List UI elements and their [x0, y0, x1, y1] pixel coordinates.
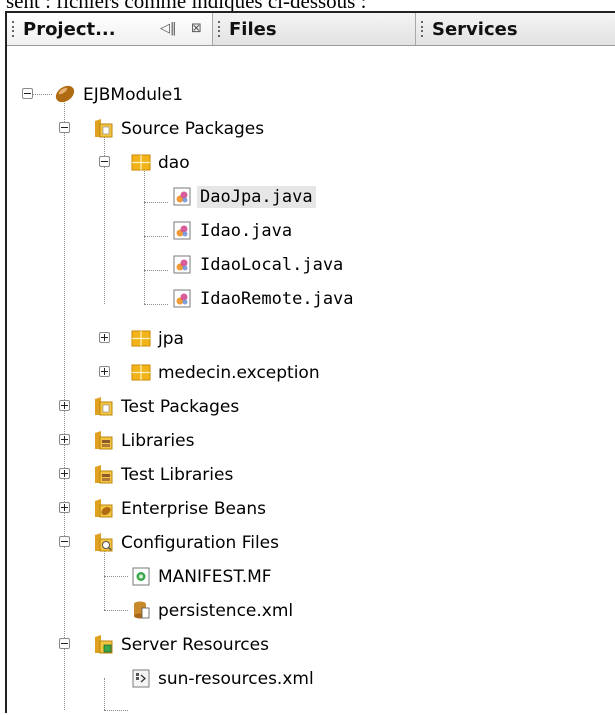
tree-label: jpa — [158, 329, 184, 349]
collapse-icon[interactable] — [99, 156, 110, 167]
tree-label: IdaoLocal.java — [200, 255, 344, 275]
close-icon[interactable]: ⊠ — [191, 21, 202, 36]
manifest-file-icon — [132, 567, 150, 586]
tree-row-daojpa[interactable]: DaoJpa.java — [7, 180, 615, 214]
persistence-file-icon — [134, 601, 150, 619]
expand-icon[interactable] — [59, 468, 70, 479]
collapse-icon[interactable] — [59, 536, 70, 547]
collapse-icon[interactable] — [59, 638, 70, 649]
tab-grip-icon — [218, 21, 222, 37]
expand-icon[interactable] — [59, 502, 70, 513]
tab-services[interactable]: Services — [416, 13, 615, 45]
tree-label: dao — [158, 153, 190, 173]
tab-projects[interactable]: Project... ◁‖ ⊠ — [7, 13, 213, 45]
collapse-icon[interactable] — [59, 122, 70, 133]
tree-label: sun-resources.xml — [158, 669, 314, 689]
project-tree: EJBModule1 Source Packages dao DaoJpa.ja… — [7, 46, 615, 715]
tree-row-enterprise-beans[interactable]: Enterprise Beans — [7, 492, 615, 526]
tree-row-persistence[interactable]: persistence.xml — [7, 594, 615, 628]
server-resources-icon — [95, 635, 113, 654]
tree-row-ejbmodule[interactable]: EJBModule1 — [7, 78, 615, 112]
tab-files[interactable]: Files — [213, 13, 416, 45]
package-icon — [131, 154, 151, 171]
tree-label: Idao.java — [200, 221, 293, 241]
tree-label: Source Packages — [121, 119, 265, 139]
java-file-icon — [173, 221, 191, 240]
java-file-icon — [173, 187, 191, 206]
libraries-icon — [95, 465, 113, 484]
package-icon — [131, 330, 151, 347]
tree-row-sun-resources[interactable]: sun-resources.xml — [7, 662, 615, 696]
tree-row-source-packages[interactable]: Source Packages — [7, 112, 615, 146]
tree-label: Configuration Files — [121, 533, 279, 553]
tree-row-idaoremote[interactable]: IdaoRemote.java — [7, 282, 615, 316]
tree-row-configuration-files[interactable]: Configuration Files — [7, 526, 615, 560]
tree-label: Server Resources — [121, 635, 269, 655]
tree-line — [104, 710, 128, 711]
tree-row-idao[interactable]: Idao.java — [7, 214, 615, 248]
tree-row-manifest[interactable]: MANIFEST.MF — [7, 560, 615, 594]
java-file-icon — [173, 289, 191, 308]
test-folder-icon — [95, 397, 113, 416]
tree-row-dao[interactable]: dao — [7, 146, 615, 180]
tree-label: medecin.exception — [158, 363, 320, 383]
tree-label: Test Packages — [121, 397, 240, 417]
tree-label-selected: DaoJpa.java — [197, 186, 316, 208]
config-folder-icon — [95, 533, 113, 552]
tab-projects-label: Project... — [23, 18, 116, 40]
java-file-icon — [173, 255, 191, 274]
tree-row-jpa[interactable]: jpa — [7, 322, 615, 356]
source-folder-icon — [95, 119, 113, 138]
tree-label: IdaoRemote.java — [200, 289, 354, 309]
tab-services-label: Services — [432, 18, 518, 40]
tree-row-test-packages[interactable]: Test Packages — [7, 390, 615, 424]
tab-grip-icon — [12, 21, 16, 37]
projects-panel: Project... ◁‖ ⊠ Files Services EJBModule… — [5, 11, 615, 713]
tab-grip-icon — [421, 21, 425, 37]
expand-icon[interactable] — [59, 400, 70, 411]
tree-label: Test Libraries — [121, 465, 234, 485]
tree-row-idaolocal[interactable]: IdaoLocal.java — [7, 248, 615, 282]
collapse-icon[interactable] — [22, 88, 33, 99]
tab-bar: Project... ◁‖ ⊠ Files Services — [7, 13, 615, 46]
tree-row-libraries[interactable]: Libraries — [7, 424, 615, 458]
tree-label: persistence.xml — [158, 601, 294, 621]
expand-icon[interactable] — [59, 434, 70, 445]
tab-files-label: Files — [229, 18, 277, 40]
expand-icon[interactable] — [99, 332, 110, 343]
libraries-icon — [95, 431, 113, 450]
tree-label: MANIFEST.MF — [158, 567, 272, 587]
tree-row-server-resources[interactable]: Server Resources — [7, 628, 615, 662]
enterprise-beans-icon — [95, 499, 113, 518]
minimize-icon[interactable]: ◁‖ — [160, 21, 177, 36]
page-caption: sent : fichiers comme indiqués ci-dessou… — [6, 0, 615, 11]
bean-icon — [55, 85, 75, 103]
package-icon — [131, 364, 151, 381]
tree-label: Libraries — [121, 431, 195, 451]
tree-row-test-libraries[interactable]: Test Libraries — [7, 458, 615, 492]
tree-row-medecin-exception[interactable]: medecin.exception — [7, 356, 615, 390]
xml-file-icon — [132, 669, 150, 688]
tree-label: EJBModule1 — [83, 85, 184, 105]
tree-label: Enterprise Beans — [121, 499, 267, 519]
expand-icon[interactable] — [99, 366, 110, 377]
